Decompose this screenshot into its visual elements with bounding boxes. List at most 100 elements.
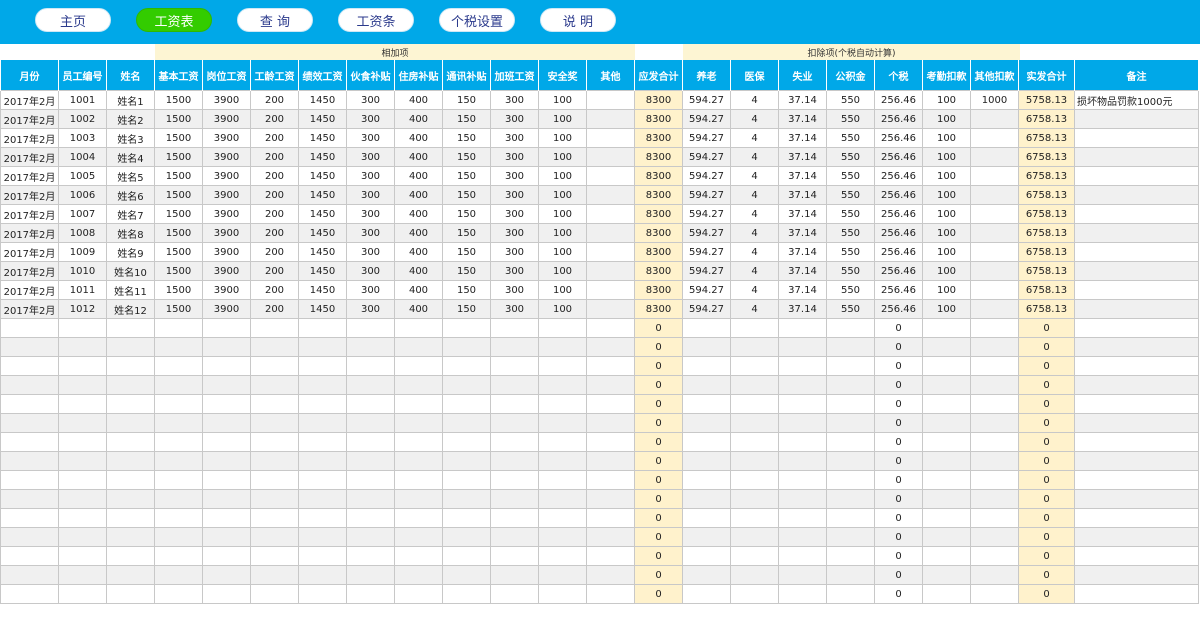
table-cell[interactable]: 300 <box>346 185 395 205</box>
table-cell[interactable]: 100 <box>538 223 587 243</box>
table-cell[interactable] <box>682 451 731 471</box>
table-cell[interactable] <box>346 584 395 604</box>
table-cell[interactable] <box>826 546 875 566</box>
table-cell[interactable] <box>58 451 107 471</box>
table-cell[interactable] <box>442 565 491 585</box>
table-cell[interactable]: 200 <box>250 128 299 148</box>
table-cell[interactable] <box>586 185 635 205</box>
table-cell[interactable] <box>826 489 875 509</box>
table-cell[interactable]: 4 <box>730 90 779 110</box>
table-cell[interactable]: 6758.13 <box>1018 223 1075 243</box>
table-cell[interactable]: 400 <box>394 166 443 186</box>
table-cell[interactable] <box>586 109 635 129</box>
table-cell[interactable]: 0 <box>874 318 923 338</box>
table-cell[interactable] <box>970 204 1019 224</box>
table-cell[interactable] <box>154 584 203 604</box>
table-cell[interactable] <box>730 413 779 433</box>
table-cell[interactable] <box>730 318 779 338</box>
table-cell[interactable]: 0 <box>874 527 923 547</box>
table-cell[interactable]: 1450 <box>298 109 347 129</box>
table-cell[interactable]: 2017年2月 <box>0 261 59 281</box>
table-cell[interactable] <box>538 565 587 585</box>
table-cell[interactable]: 姓名10 <box>106 261 155 281</box>
table-cell[interactable]: 100 <box>922 185 971 205</box>
table-cell[interactable]: 姓名3 <box>106 128 155 148</box>
table-cell[interactable] <box>106 375 155 395</box>
table-cell[interactable] <box>586 147 635 167</box>
table-cell[interactable] <box>0 318 59 338</box>
table-cell[interactable] <box>106 394 155 414</box>
table-cell[interactable] <box>490 546 539 566</box>
table-cell[interactable] <box>1074 109 1199 129</box>
table-cell[interactable] <box>154 375 203 395</box>
table-cell[interactable]: 0 <box>1018 527 1075 547</box>
table-cell[interactable]: 3900 <box>202 242 251 262</box>
table-cell[interactable] <box>250 413 299 433</box>
table-cell[interactable]: 100 <box>538 280 587 300</box>
table-cell[interactable]: 6758.13 <box>1018 299 1075 319</box>
table-cell[interactable]: 256.46 <box>874 185 923 205</box>
table-cell[interactable]: 37.14 <box>778 299 827 319</box>
table-cell[interactable]: 0 <box>1018 451 1075 471</box>
table-cell[interactable] <box>394 337 443 357</box>
table-cell[interactable] <box>394 356 443 376</box>
table-cell[interactable]: 1500 <box>154 242 203 262</box>
table-cell[interactable] <box>394 489 443 509</box>
table-cell[interactable] <box>202 432 251 452</box>
table-cell[interactable]: 300 <box>490 128 539 148</box>
table-cell[interactable]: 150 <box>442 261 491 281</box>
table-cell[interactable] <box>1074 204 1199 224</box>
table-cell[interactable] <box>730 584 779 604</box>
table-cell[interactable]: 594.27 <box>682 147 731 167</box>
table-cell[interactable]: 300 <box>346 299 395 319</box>
table-cell[interactable]: 1500 <box>154 109 203 129</box>
table-cell[interactable]: 550 <box>826 90 875 110</box>
table-cell[interactable]: 1450 <box>298 223 347 243</box>
table-cell[interactable]: 400 <box>394 204 443 224</box>
table-cell[interactable]: 8300 <box>634 185 683 205</box>
table-cell[interactable]: 200 <box>250 90 299 110</box>
table-cell[interactable] <box>826 318 875 338</box>
table-cell[interactable]: 550 <box>826 223 875 243</box>
table-cell[interactable] <box>0 546 59 566</box>
table-cell[interactable]: 100 <box>922 223 971 243</box>
table-cell[interactable] <box>586 318 635 338</box>
table-cell[interactable] <box>106 565 155 585</box>
table-cell[interactable]: 3900 <box>202 185 251 205</box>
table-cell[interactable] <box>106 413 155 433</box>
table-cell[interactable]: 300 <box>490 147 539 167</box>
table-cell[interactable]: 300 <box>346 261 395 281</box>
table-cell[interactable]: 37.14 <box>778 90 827 110</box>
table-cell[interactable]: 37.14 <box>778 185 827 205</box>
nav-home-button[interactable]: 主页 <box>35 8 111 32</box>
table-cell[interactable] <box>202 584 251 604</box>
table-cell[interactable] <box>826 565 875 585</box>
table-cell[interactable] <box>730 375 779 395</box>
table-cell[interactable] <box>346 546 395 566</box>
table-cell[interactable] <box>154 527 203 547</box>
table-cell[interactable] <box>202 375 251 395</box>
table-cell[interactable] <box>538 432 587 452</box>
table-cell[interactable]: 200 <box>250 242 299 262</box>
table-cell[interactable]: 8300 <box>634 128 683 148</box>
table-cell[interactable]: 37.14 <box>778 166 827 186</box>
table-cell[interactable] <box>778 565 827 585</box>
table-cell[interactable] <box>778 584 827 604</box>
table-cell[interactable] <box>682 527 731 547</box>
table-cell[interactable]: 0 <box>874 508 923 528</box>
table-cell[interactable]: 4 <box>730 299 779 319</box>
table-cell[interactable]: 594.27 <box>682 223 731 243</box>
table-cell[interactable] <box>826 413 875 433</box>
table-cell[interactable] <box>586 242 635 262</box>
table-cell[interactable] <box>778 337 827 357</box>
table-cell[interactable] <box>1074 261 1199 281</box>
table-cell[interactable]: 400 <box>394 261 443 281</box>
table-cell[interactable] <box>154 318 203 338</box>
table-cell[interactable] <box>1074 318 1199 338</box>
table-cell[interactable]: 4 <box>730 185 779 205</box>
table-cell[interactable]: 0 <box>634 527 683 547</box>
table-cell[interactable] <box>250 356 299 376</box>
table-cell[interactable]: 1002 <box>58 109 107 129</box>
table-cell[interactable] <box>106 508 155 528</box>
table-cell[interactable] <box>298 318 347 338</box>
